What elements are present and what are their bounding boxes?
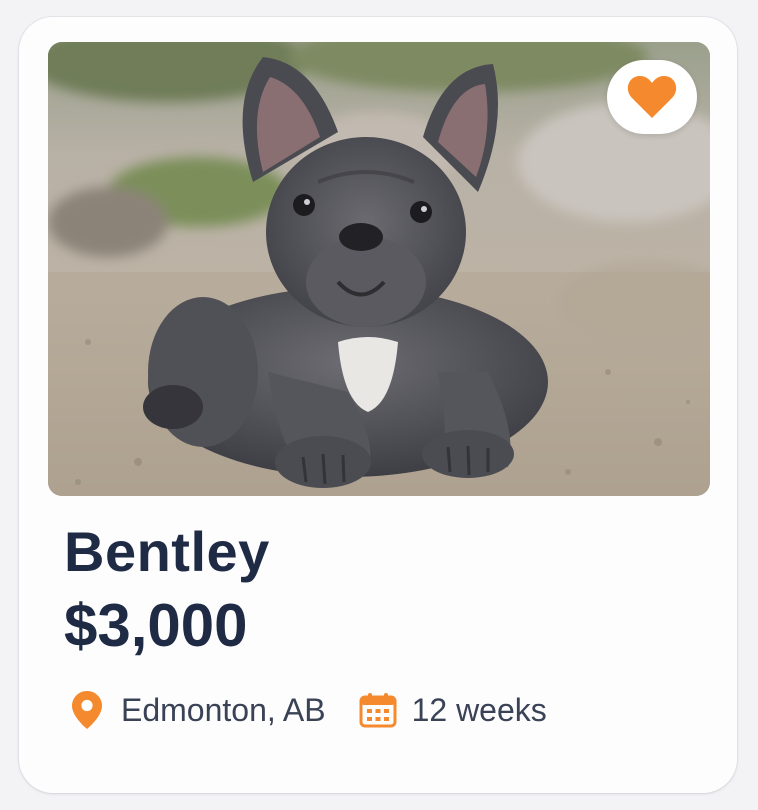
puppy-price: $3,000 [64,592,248,659]
puppy-photo [48,42,710,496]
age-text: 12 weeks [411,691,547,728]
puppy-listing-card[interactable]: Bentley $3,000 Edmonton, AB 12 weeks [19,17,737,793]
location-info: Edmonton, AB [67,689,326,731]
heart-icon [627,76,677,118]
calendar-icon [358,689,398,731]
favorite-button[interactable] [607,60,697,134]
map-pin-icon [67,689,107,731]
age-info: 12 weeks [358,689,547,731]
puppy-name: Bentley [64,520,270,583]
listing-meta: Edmonton, AB 12 weeks [67,687,547,733]
location-text: Edmonton, AB [121,691,326,728]
